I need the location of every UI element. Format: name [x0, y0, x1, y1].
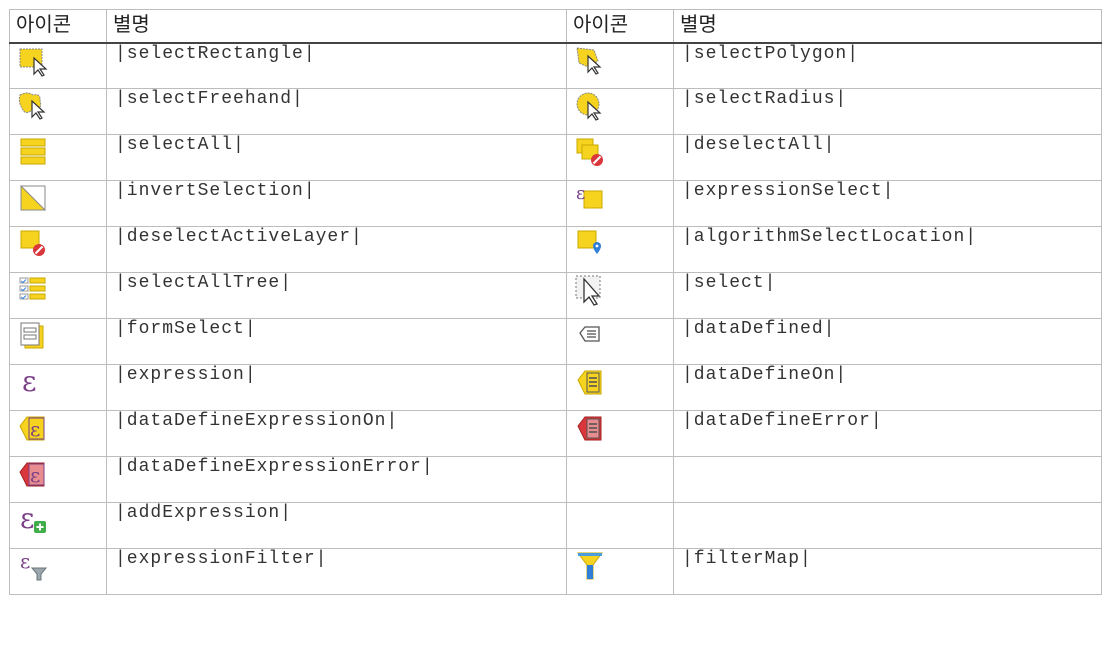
data-defined-icon — [579, 326, 600, 342]
table-row: |deselectActiveLayer| |algorithmSelectLo… — [9, 226, 1102, 273]
data-define-expression-on-icon: ε — [19, 416, 45, 441]
alias-cell: |invertSelection| — [106, 180, 567, 227]
data-define-on-icon — [577, 370, 602, 395]
deselect-active-layer-icon — [20, 230, 45, 256]
alias-cell: |filterMap| — [673, 548, 1102, 595]
icon-cell — [9, 180, 107, 227]
table-row: ε |expression| |dataDefineOn| — [9, 364, 1102, 411]
icon-cell: ε — [9, 548, 107, 595]
icon-cell — [566, 226, 674, 273]
svg-text:ε: ε — [20, 504, 35, 535]
table-row: |invertSelection| ε |expressionSelect| — [9, 180, 1102, 227]
select-polygon-icon — [576, 46, 602, 75]
table-row: ε |expressionFilter| |filterMap| — [9, 548, 1102, 595]
alias-cell: |formSelect| — [106, 318, 567, 365]
table-row: |formSelect| |dataDefined| — [9, 318, 1102, 365]
invert-selection-icon — [20, 184, 47, 211]
expression-filter-icon: ε — [20, 550, 48, 581]
icon-column-header: 아이콘 — [9, 9, 107, 43]
select-all-icon — [20, 138, 46, 165]
icon-cell — [566, 548, 674, 595]
alias-cell: |selectRadius| — [673, 88, 1102, 135]
alias-cell: |select| — [673, 272, 1102, 319]
algorithm-select-location-icon — [577, 230, 601, 254]
icon-cell — [9, 318, 107, 365]
icon-alias-table: 아이콘 별명 아이콘 별명 |selectRectangle| |selectP… — [9, 9, 1102, 595]
select-radius-icon — [576, 92, 602, 121]
select-rectangle-icon — [19, 48, 48, 77]
icon-cell: ε — [9, 502, 107, 549]
icon-cell: ε — [566, 180, 674, 227]
alias-cell: |selectAllTree| — [106, 272, 567, 319]
alias-cell: |expressionSelect| — [673, 180, 1102, 227]
alias-cell — [673, 502, 1102, 549]
table-row: ε |addExpression| — [9, 502, 1102, 549]
data-define-expression-error-icon: ε — [19, 462, 45, 487]
alias-cell: |deselectActiveLayer| — [106, 226, 567, 273]
alias-cell: |expressionFilter| — [106, 548, 567, 595]
icon-cell — [566, 88, 674, 135]
icon-cell — [566, 364, 674, 411]
icon-cell — [566, 456, 674, 503]
alias-cell: |expression| — [106, 364, 567, 411]
table-row: ε |dataDefineExpressionError| — [9, 456, 1102, 503]
alias-cell: |selectAll| — [106, 134, 567, 181]
alias-column-header: 별명 — [106, 9, 567, 43]
alias-cell: |selectRectangle| — [106, 42, 567, 89]
alias-cell: |selectPolygon| — [673, 42, 1102, 89]
svg-text:ε: ε — [20, 550, 30, 573]
svg-text:ε: ε — [576, 183, 585, 204]
icon-cell — [566, 134, 674, 181]
icon-cell — [566, 410, 674, 457]
table-row: |selectFreehand| |selectRadius| — [9, 88, 1102, 135]
icon-cell — [9, 226, 107, 273]
icon-cell — [9, 134, 107, 181]
icon-cell — [566, 502, 674, 549]
icon-cell — [9, 88, 107, 135]
deselect-all-icon — [576, 138, 603, 166]
select-icon — [575, 275, 601, 306]
header-row: 아이콘 별명 아이콘 별명 — [9, 9, 1102, 43]
icon-cell — [566, 42, 674, 89]
icon-cell — [566, 318, 674, 365]
add-expression-icon: ε — [20, 504, 46, 535]
alias-cell: |algorithmSelectLocation| — [673, 226, 1102, 273]
alias-cell: |dataDefineOn| — [673, 364, 1102, 411]
select-freehand-icon — [18, 92, 46, 120]
expression-icon: ε — [22, 366, 37, 398]
icon-cell — [566, 272, 674, 319]
svg-text:ε: ε — [30, 417, 40, 441]
select-all-tree-icon — [19, 277, 46, 300]
alias-cell: |dataDefineError| — [673, 410, 1102, 457]
icon-cell: ε — [9, 364, 107, 411]
data-define-error-icon — [577, 416, 602, 441]
alias-cell: |deselectAll| — [673, 134, 1102, 181]
alias-column-header: 별명 — [673, 9, 1102, 43]
alias-cell: |selectFreehand| — [106, 88, 567, 135]
alias-cell: |dataDefineExpressionOn| — [106, 410, 567, 457]
table-row: |selectAll| |deselectAll| — [9, 134, 1102, 181]
icon-cell: ε — [9, 456, 107, 503]
svg-text:ε: ε — [22, 366, 37, 398]
alias-cell — [673, 456, 1102, 503]
icon-column-header: 아이콘 — [566, 9, 674, 43]
svg-text:ε: ε — [30, 463, 40, 487]
expression-select-icon: ε — [576, 183, 603, 209]
table-row: |selectRectangle| |selectPolygon| — [9, 42, 1102, 89]
table-row: |selectAllTree| |select| — [9, 272, 1102, 319]
icon-cell — [9, 42, 107, 89]
filter-map-icon — [577, 552, 603, 580]
alias-cell: |addExpression| — [106, 502, 567, 549]
icon-cell: ε — [9, 410, 107, 457]
table-row: ε |dataDefineExpressionOn| |dataDefineEr… — [9, 410, 1102, 457]
form-select-icon — [20, 322, 44, 349]
alias-cell: |dataDefined| — [673, 318, 1102, 365]
alias-cell: |dataDefineExpressionError| — [106, 456, 567, 503]
icon-cell — [9, 272, 107, 319]
